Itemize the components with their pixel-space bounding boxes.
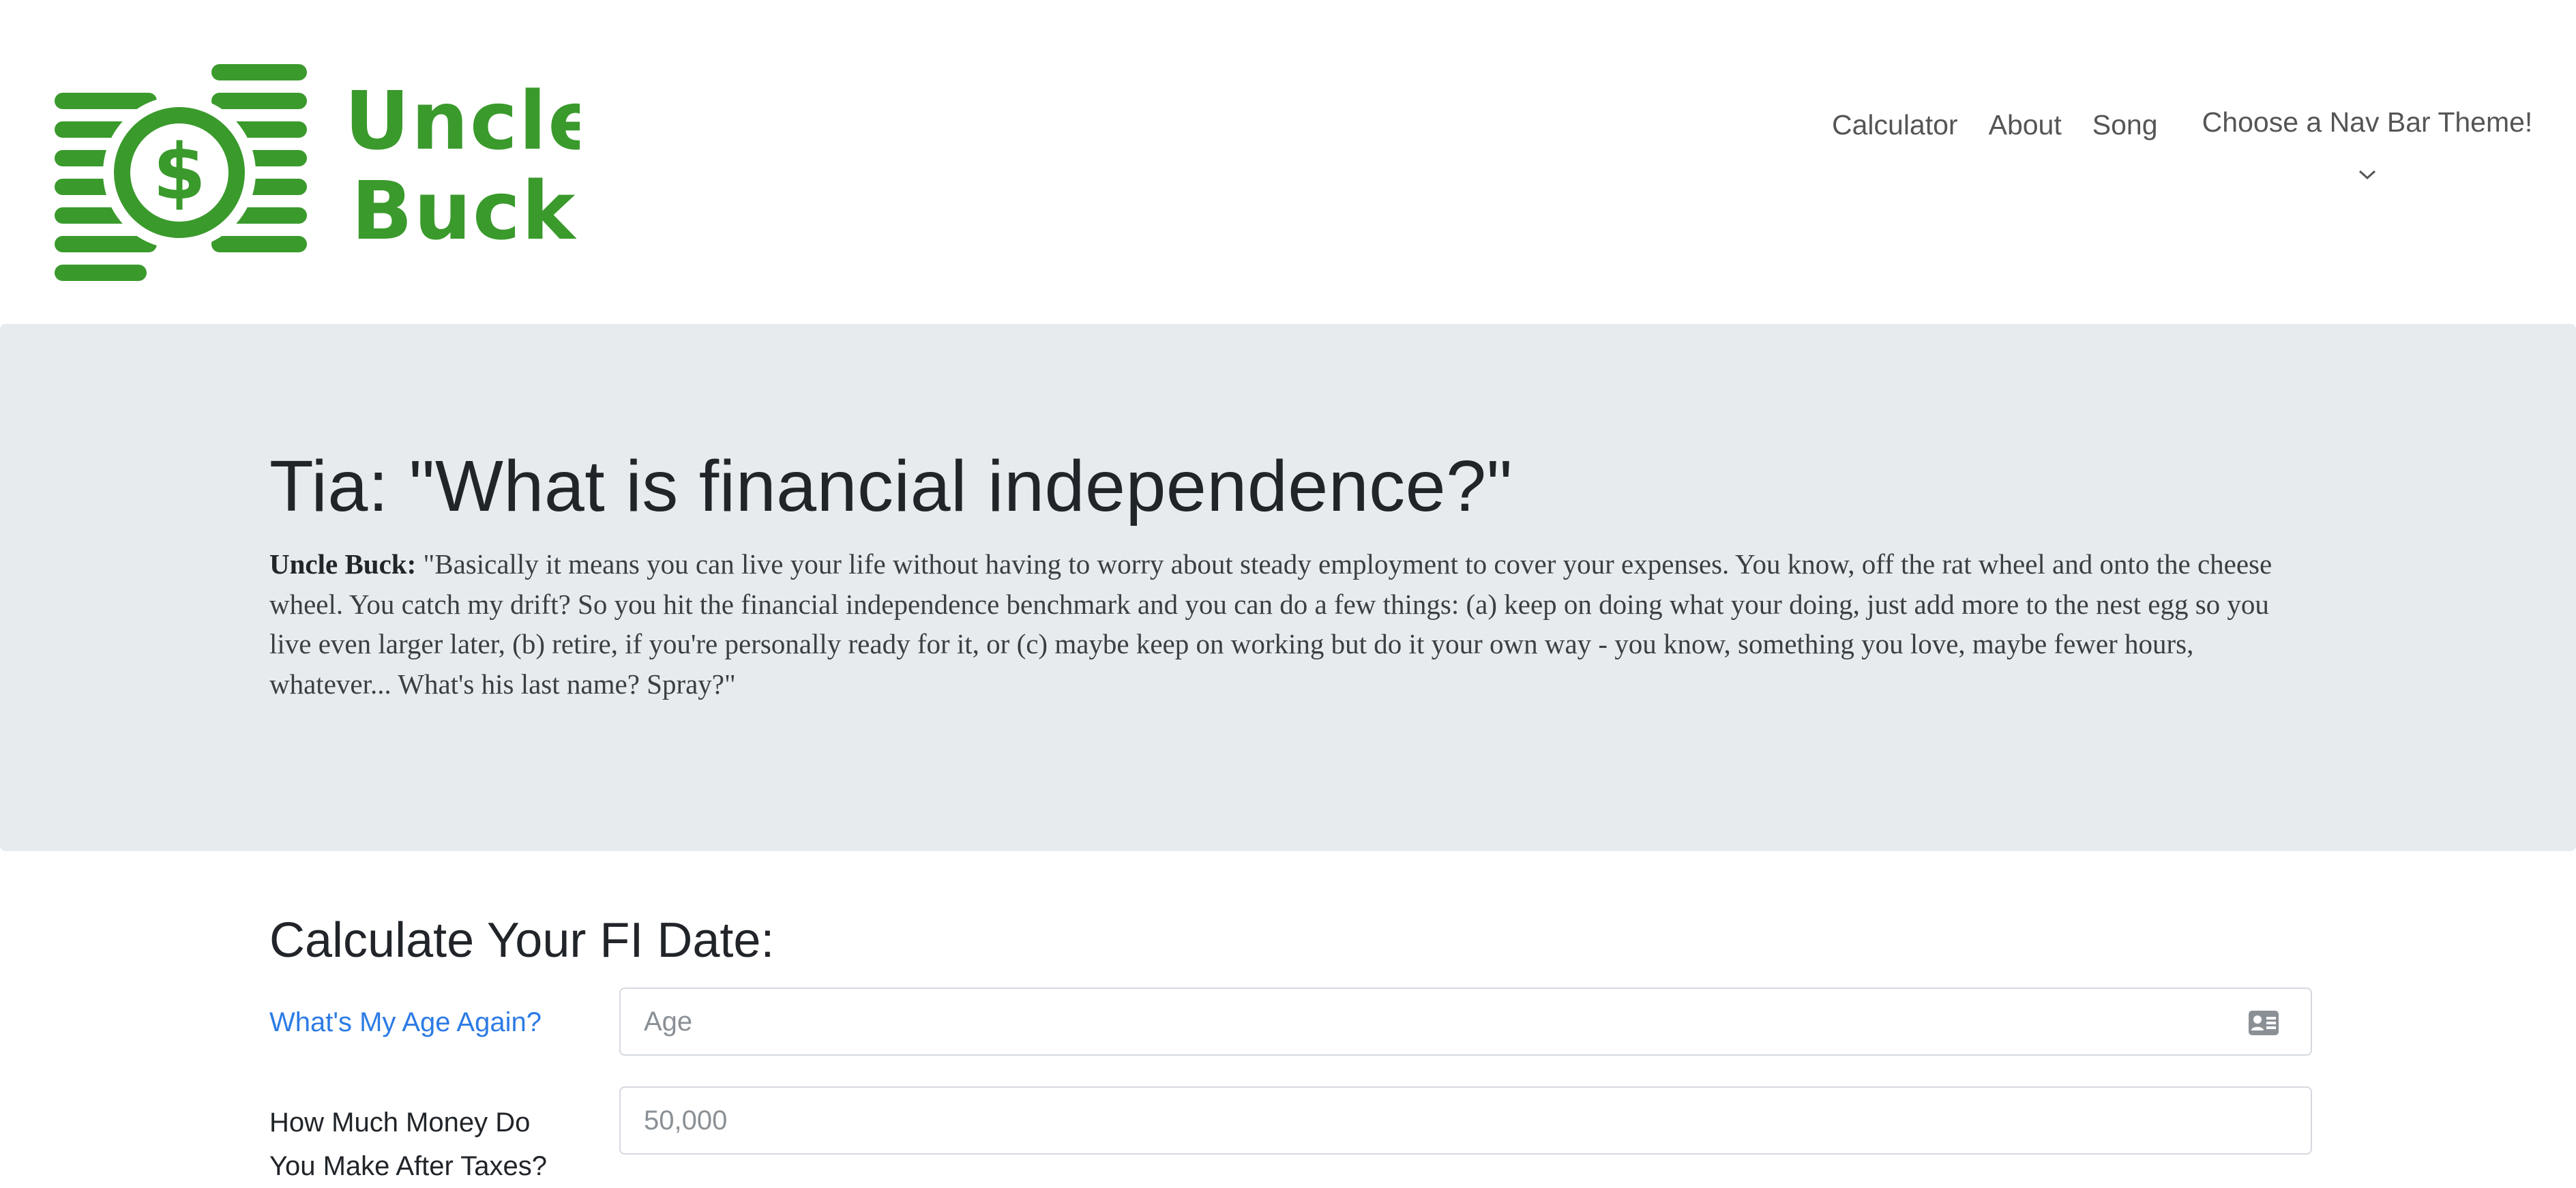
income-label: How Much Money Do You Make After Taxes? [269, 1101, 547, 1188]
nav-theme-dropdown-label: Choose a Nav Bar Theme! [2202, 106, 2533, 138]
calculator-title: Calculate Your FI Date: [269, 913, 775, 968]
income-label-line2: You Make After Taxes? [269, 1151, 547, 1181]
nav-links: Calculator About Song [1832, 109, 2189, 141]
id-card-icon [2249, 1011, 2279, 1035]
chevron-down-icon [2358, 170, 2376, 180]
speaker-name: Uncle Buck: [269, 548, 417, 580]
income-input[interactable] [619, 1086, 2312, 1155]
dollar-symbol: $ [153, 128, 206, 217]
brand-name-line1: Uncle [344, 74, 580, 168]
uncle-buck-logo[interactable]: $ Uncle Buck [55, 60, 580, 288]
hero-quote: "Basically it means you can live your li… [269, 548, 2272, 700]
hero-title: Tia: "What is financial independence?" [269, 446, 1513, 526]
brand-name-line2: Buck [351, 164, 577, 258]
nav-theme-dropdown[interactable]: Choose a Nav Bar Theme! [2200, 106, 2534, 182]
nav-link-song[interactable]: Song [2092, 109, 2158, 141]
nav-link-calculator[interactable]: Calculator [1832, 109, 1958, 141]
navbar: $ Uncle Buck Calculator About Song Choos… [0, 0, 2576, 324]
hero-quote-paragraph: Uncle Buck: "Basically it means you can … [269, 544, 2302, 704]
income-label-line1: How Much Money Do [269, 1108, 531, 1138]
age-input[interactable] [619, 987, 2312, 1056]
nav-link-about[interactable]: About [1989, 109, 2062, 141]
age-label[interactable]: What's My Age Again? [269, 1000, 542, 1044]
hero-jumbotron: Tia: "What is financial independence?" U… [0, 324, 2576, 851]
